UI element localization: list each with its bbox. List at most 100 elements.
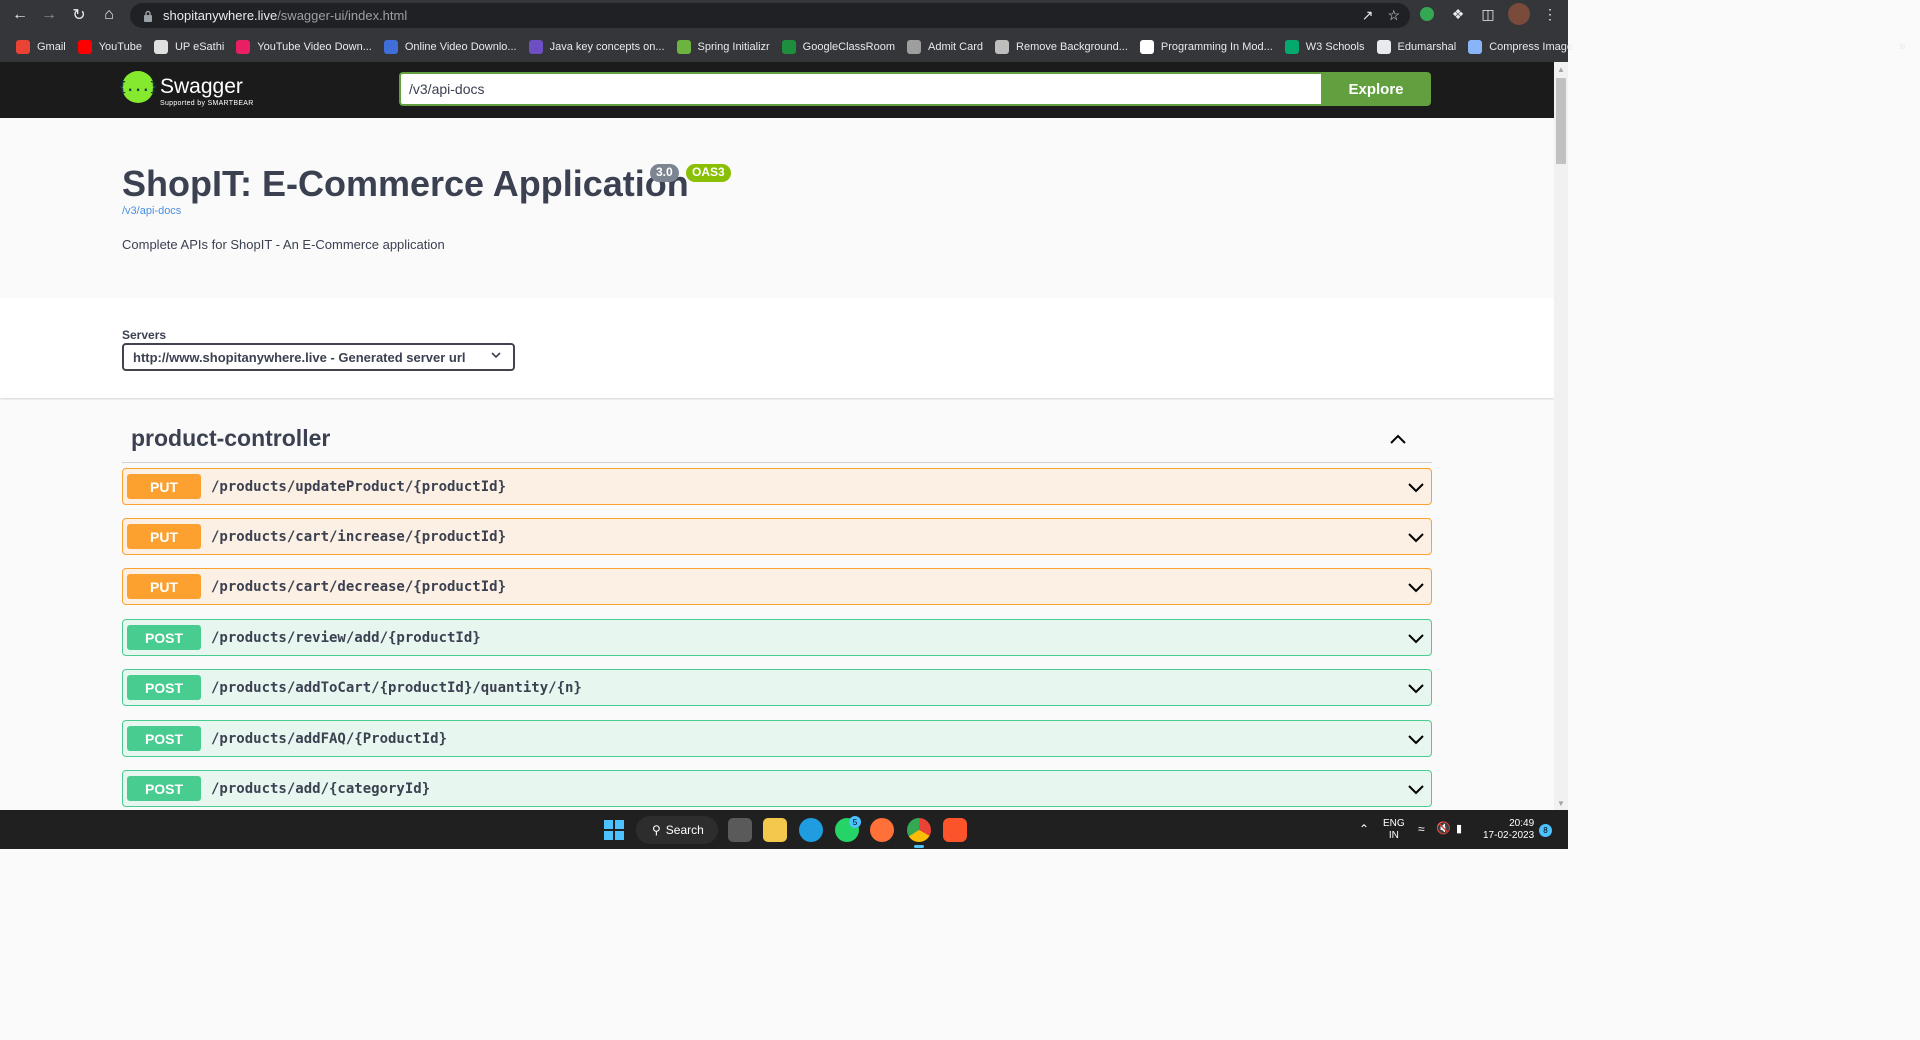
clock-date: 17-02-2023 [1483,830,1535,841]
bookmark-label: Online Video Downlo... [404,40,517,53]
bookmark-item[interactable]: GoogleClassRoom [778,34,903,60]
bookmark-icon [77,39,92,54]
task-view-icon[interactable] [728,818,752,842]
bookmark-label: Gmail [37,40,66,53]
bookmark-item[interactable]: W3 Schools [1281,34,1373,60]
scroll-up-arrow-icon[interactable]: ▲ [1554,62,1568,76]
servers-selected-value: http://www.shopitanywhere.live - Generat… [133,349,466,365]
clock-time: 20:49 [1509,818,1535,829]
servers-label: Servers [122,328,167,342]
back-arrow-icon[interactable]: ← [5,0,35,30]
operation-put[interactable]: PUT/products/cart/decrease/{productId} [122,568,1432,605]
explore-button[interactable]: Explore [1321,72,1431,106]
swagger-logo[interactable]: {...} Swagger Supported by SMARTBEAR [118,71,253,107]
firefox-icon[interactable] [870,818,894,842]
operation-path: /products/cart/decrease/{productId} [211,578,507,595]
bookmarks-bar: Gmail YouTube UP eSathi YouTube Video Down.… [0,31,1573,62]
file-explorer-icon[interactable] [763,818,787,842]
bookmark-item[interactable]: YouTube Video Down... [232,34,380,60]
servers-select[interactable]: http://www.shopitanywhere.live - Generat… [122,343,515,371]
windows-start-icon[interactable] [604,820,624,840]
oas-badge: OAS3 [686,164,731,182]
method-badge: POST [127,726,201,751]
scrollbar[interactable] [1554,62,1568,810]
bookmark-star-icon[interactable]: ☆ [1387,7,1400,24]
menu-kebab-icon[interactable]: ⋮ [1540,4,1560,24]
chevron-down-icon[interactable] [1405,778,1427,800]
url-host: shopitanywhere.live [163,8,278,23]
volume-muted-icon[interactable]: 🔇 [1436,821,1451,835]
chrome-icon[interactable] [907,818,931,842]
swagger-logo-name: Swagger [160,75,243,98]
forward-arrow-icon[interactable]: → [34,0,64,30]
bookmark-icon [1139,39,1154,54]
side-panel-icon[interactable]: ◫ [1478,4,1498,24]
chevron-down-icon[interactable] [1405,476,1427,498]
tray-chevron-up-icon[interactable]: ⌃ [1359,822,1369,836]
api-description: Complete APIs for ShopIT - An E-Commerce… [122,237,445,252]
spec-link[interactable]: /v3/api-docs [122,205,181,217]
bookmark-item[interactable]: UP eSathi [150,34,232,60]
operation-post[interactable]: POST/products/addFAQ/{ProductId} [122,720,1432,757]
operation-post[interactable]: POST/products/addToCart/{productId}/quan… [122,669,1432,706]
operation-post[interactable]: POST/products/add/{categoryId} [122,770,1432,807]
scroll-down-arrow-icon[interactable]: ▼ [1554,796,1568,810]
extensions-puzzle-icon[interactable]: ❖ [1448,4,1468,24]
page-title: ShopIT: E-Commerce Application [122,163,689,204]
home-icon[interactable]: ⌂ [94,0,124,30]
bookmark-icon [907,39,921,54]
chevron-down-icon[interactable] [1405,526,1427,548]
scrollbar-thumb[interactable] [1556,78,1566,164]
bookmark-item[interactable]: Spring Initializr [673,34,778,60]
operation-post[interactable]: POST/products/review/add/{productId} [122,619,1432,656]
chevron-up-icon[interactable] [1386,427,1410,451]
bookmark-icon [676,39,691,54]
extension-icon[interactable] [1420,7,1434,21]
method-badge: PUT [127,474,201,499]
language-indicator[interactable]: ENG IN [1383,818,1405,842]
bookmarks-more-icon[interactable]: » [1899,38,1906,53]
chevron-down-icon[interactable] [1405,627,1427,649]
bookmark-label: Compress Image [1489,40,1573,53]
edge-icon[interactable] [799,818,823,842]
bookmark-item[interactable]: Programming In Mod... [1136,34,1281,60]
method-badge: POST [127,675,201,700]
active-app-indicator [914,845,924,848]
bookmark-item[interactable]: Java key concepts on... [525,34,673,60]
bookmark-item[interactable]: YouTube [74,34,150,60]
chevron-down-icon[interactable] [1405,728,1427,750]
clock[interactable]: 20:49 17-02-2023 [1483,818,1534,842]
bookmark-item[interactable]: Compress Image [1464,34,1581,60]
operation-path: /products/updateProduct/{productId} [211,478,507,495]
taskbar-search-label: Search [665,823,704,837]
chevron-down-icon[interactable] [1405,677,1427,699]
swagger-logo-icon: {...} [118,71,158,103]
reload-icon[interactable]: ↻ [64,0,94,30]
address-bar[interactable]: shopitanywhere.live/swagger-ui/index.htm… [130,3,1410,28]
language-code: ENG [1383,818,1405,829]
wifi-icon[interactable]: ≈ [1418,822,1425,836]
battery-icon[interactable]: ▮ [1456,822,1462,835]
bookmark-item[interactable]: Remove Background... [991,34,1136,60]
bookmark-item[interactable]: Admit Card [903,34,991,60]
spec-url-input[interactable] [399,72,1321,106]
operation-put[interactable]: PUT/products/updateProduct/{productId} [122,468,1432,505]
bookmark-item[interactable]: Online Video Downlo... [380,34,525,60]
notification-badge[interactable]: 8 [1539,824,1552,837]
controller-title[interactable]: product-controller [131,425,330,452]
bookmark-label: Edumarshal [1397,40,1457,53]
operation-put[interactable]: PUT/products/cart/increase/{productId} [122,518,1432,555]
profile-avatar[interactable] [1508,3,1530,25]
bookmark-icon [1284,39,1299,54]
operation-path: /products/review/add/{productId} [211,629,481,646]
bookmark-item[interactable]: Gmail [12,34,74,60]
taskbar-search[interactable]: ⚲ Search [636,816,718,844]
chevron-down-icon[interactable] [1405,576,1427,598]
lock-icon [142,10,154,22]
brave-icon[interactable] [943,818,967,842]
bookmark-item[interactable]: Edumarshal [1373,34,1465,60]
bookmark-label: YouTube Video Down... [257,40,372,53]
share-icon[interactable]: ↗ [1362,7,1374,24]
bookmark-icon [383,39,398,54]
operation-path: /products/addToCart/{productId}/quantity… [211,679,582,696]
